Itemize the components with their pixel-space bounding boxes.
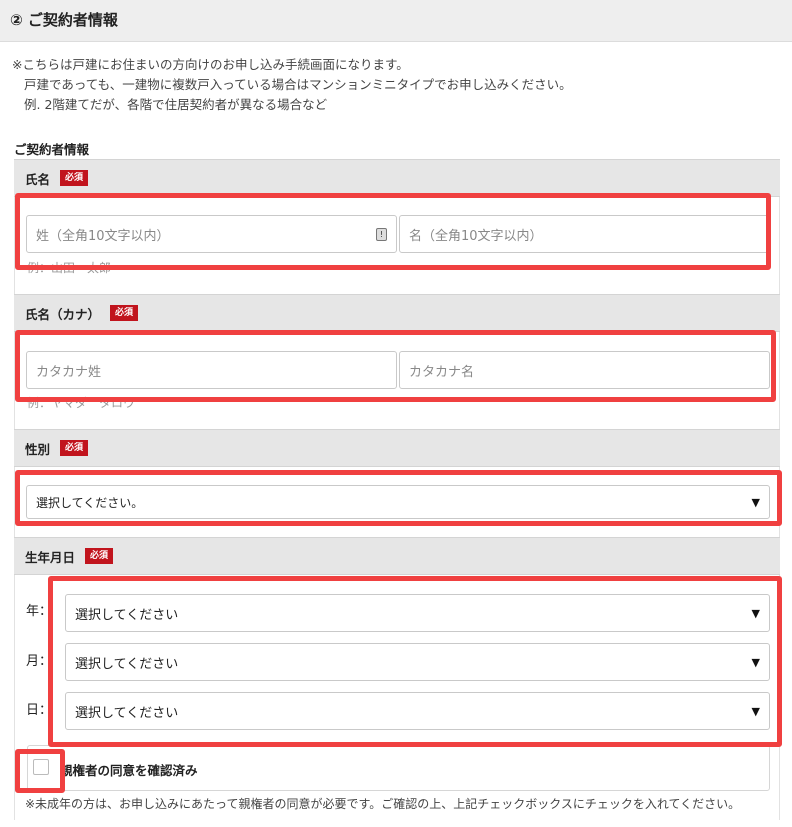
kana-example: 例：ヤマダ タロウ (27, 396, 136, 410)
first-name-input[interactable]: 名（全角10文字以内） (399, 215, 770, 253)
day-label: 日： (26, 703, 53, 718)
first-name-placeholder: 名（全角10文字以内） (409, 228, 543, 244)
gender-label: 性別 (25, 441, 51, 457)
kana-last-placeholder: カタカナ姓 (36, 364, 102, 380)
name-example: 例：山田 太郎 (27, 261, 112, 275)
required-badge: 必須 (110, 305, 139, 321)
section-header: ② ご契約者情報 (0, 0, 792, 42)
gender-field-header: 性別 必須 (14, 429, 780, 467)
chevron-down-icon: ▼ (751, 704, 760, 718)
notice-text: ※こちらは戸建にお住まいの方向けのお申し込み手続画面になります。 戸建であっても… (12, 55, 572, 115)
month-select[interactable]: 選択してください ▼ (65, 643, 770, 681)
year-label: 年： (26, 604, 53, 619)
kana-first-placeholder: カタカナ名 (409, 364, 475, 380)
required-badge: 必須 (60, 170, 89, 186)
chevron-down-icon: ▼ (751, 606, 760, 620)
notice-line-2: 戸建であっても、一建物に複数戸入っている場合はマンションミニタイプでお申し込みく… (24, 77, 572, 92)
consent-label[interactable]: 親権者の同意を確認済み (60, 760, 198, 779)
keyboard-icon: ! (376, 228, 387, 241)
consent-checkbox[interactable] (33, 759, 49, 775)
month-selected-value: 選択してください (75, 656, 179, 672)
chevron-down-icon: ▼ (751, 655, 760, 669)
kana-first-input[interactable]: カタカナ名 (399, 351, 770, 389)
last-name-placeholder: 姓（全角10文字以内） (36, 228, 170, 244)
kana-label: 氏名（カナ） (25, 306, 101, 322)
last-name-input[interactable]: 姓（全角10文字以内） ! (26, 215, 397, 253)
day-select[interactable]: 選択してください ▼ (65, 692, 770, 730)
consent-note: ※未成年の方は、お申し込みにあたって親権者の同意が必要です。ご確認の上、上記チェ… (25, 797, 741, 811)
dob-label: 生年月日 (25, 549, 76, 565)
notice-line-3: 例. 2階建てだが、各階で住居契約者が異なる場合など (24, 97, 328, 112)
kana-field-header: 氏名（カナ） 必須 (14, 294, 780, 332)
required-badge: 必須 (85, 548, 114, 564)
year-select[interactable]: 選択してください ▼ (65, 594, 770, 632)
month-label: 月： (26, 654, 53, 669)
chevron-down-icon: ▼ (751, 495, 760, 509)
notice-line-1: ※こちらは戸建にお住まいの方向けのお申し込み手続画面になります。 (12, 57, 409, 72)
dob-field-header: 生年月日 必須 (14, 537, 780, 575)
gender-selected-value: 選択してください。 (36, 495, 144, 510)
name-label: 氏名 (25, 171, 51, 187)
year-selected-value: 選択してください (75, 607, 179, 623)
name-field-header: 氏名 必須 (14, 159, 780, 197)
gender-select[interactable]: 選択してください。 ▼ (26, 485, 770, 519)
kana-last-input[interactable]: カタカナ姓 (26, 351, 397, 389)
block-title: ご契約者情報 (14, 142, 90, 157)
day-selected-value: 選択してください (75, 705, 179, 721)
section-title: ② ご契約者情報 (10, 11, 118, 29)
required-badge: 必須 (60, 440, 89, 456)
